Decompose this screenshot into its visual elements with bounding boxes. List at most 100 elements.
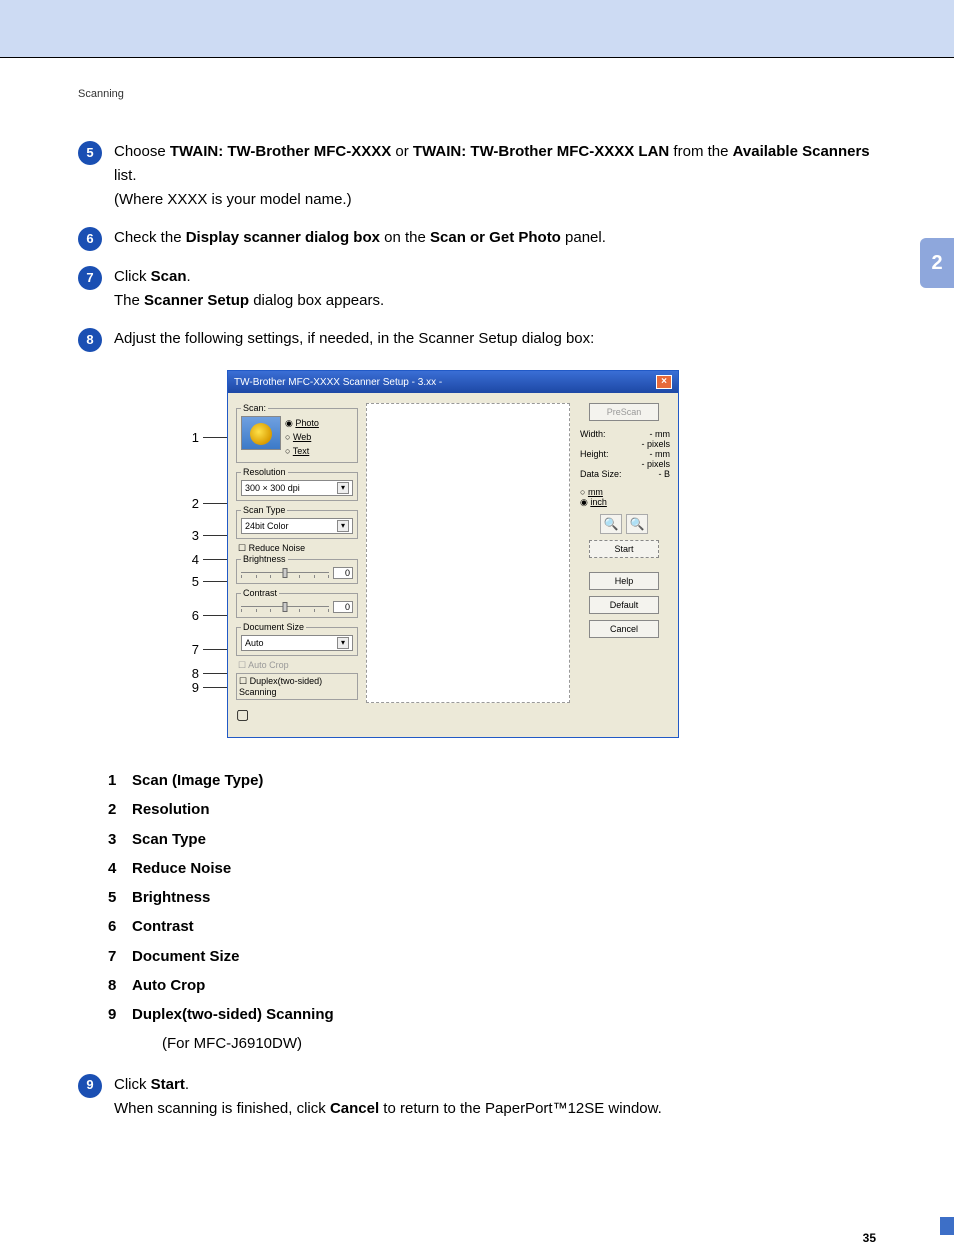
page-number: 35 [863,1231,876,1245]
legend-3: Scan Type [132,825,206,854]
help-button[interactable]: Help [589,572,659,590]
text: Choose [114,143,170,160]
contrast-value[interactable]: 0 [333,601,353,613]
brightness-slider[interactable] [241,568,329,578]
scantype-select[interactable]: 24bit Color▾ [241,518,353,534]
scan-legend: Scan: [241,403,268,413]
callout-8: 8 [192,666,199,681]
default-button[interactable]: Default [589,596,659,614]
step-bullet-5: 5 [78,141,102,165]
brightness-legend: Brightness [241,554,288,564]
zoom-in-icon[interactable]: 🔍 [600,514,622,534]
callout-6: 6 [192,608,199,623]
text: TWAIN: TW-Brother MFC-XXXX LAN [413,143,669,160]
text: Height: [580,449,609,459]
text: Auto [245,636,264,650]
text: to return to the PaperPort™12SE window. [379,1100,662,1117]
resolution-select[interactable]: 300 × 300 dpi▾ [241,480,353,496]
step-bullet-9: 9 [78,1074,102,1098]
text: . [187,268,191,285]
step-9-body: Click Start. When scanning is finished, … [114,1073,876,1121]
text: mm [588,487,603,497]
text: list. [114,167,137,184]
text: - pixels [641,459,670,469]
text: Scanner Setup [144,292,249,309]
step-7-body: Click Scan. The Scanner Setup dialog box… [114,265,876,313]
text: Scan [151,268,187,285]
legend-list: 1Scan (Image Type) 2Resolution 3Scan Typ… [108,766,876,1059]
text: 300 × 300 dpi [245,481,300,495]
duplex-checkbox[interactable]: ☐ Duplex(two-sided) Scanning [236,673,358,700]
step-bullet-6: 6 [78,227,102,251]
brightness-group: Brightness 0 [236,554,358,584]
text: Click [114,268,151,285]
text: Text [293,446,310,456]
text: . [185,1076,189,1093]
legend-2: Resolution [132,795,210,824]
text: from the [669,143,732,160]
chevron-down-icon: ▾ [337,520,349,532]
documentsize-select[interactable]: Auto ▾ [241,635,353,651]
text: Check the [114,229,186,246]
text: Reduce Noise [249,543,306,553]
contrast-group: Contrast 0 [236,588,358,618]
resolution-group: Resolution 300 × 300 dpi▾ [236,467,358,501]
step-6: 6 Check the Display scanner dialog box o… [78,226,876,251]
text: or [391,143,413,160]
callout-4: 4 [192,552,199,567]
start-button[interactable]: Start [589,540,659,558]
text: dialog box appears. [249,292,384,309]
autocrop-checkbox[interactable]: ☐ Auto Crop [236,660,358,671]
radio-photo[interactable]: ◉ Photo [285,416,319,430]
step-5: 5 Choose TWAIN: TW-Brother MFC-XXXX or T… [78,140,876,212]
step-7: 7 Click Scan. The Scanner Setup dialog b… [78,265,876,313]
radio-mm[interactable]: ○ mm [580,487,670,497]
step-bullet-8: 8 [78,328,102,352]
legend-1: Scan (Image Type) [132,766,263,795]
contrast-slider[interactable] [241,602,329,612]
step-9: 9 Click Start. When scanning is finished… [78,1073,876,1121]
step-6-body: Check the Display scanner dialog box on … [114,226,876,250]
text: - mm [650,429,671,439]
top-band [0,0,954,58]
callout-3: 3 [192,528,199,543]
text: Click [114,1076,151,1093]
scantype-legend: Scan Type [241,505,287,515]
text: Auto Crop [248,660,289,670]
step-8: 8 Adjust the following settings, if need… [78,327,876,352]
text: panel. [561,229,606,246]
legend-6: Contrast [132,912,194,941]
cancel-button[interactable]: Cancel [589,620,659,638]
step-5-body: Choose TWAIN: TW-Brother MFC-XXXX or TWA… [114,140,876,212]
legend-8: Auto Crop [132,971,205,1000]
legend-4: Reduce Noise [132,854,231,883]
text: (Where XXXX is your model name.) [114,191,352,208]
document-icon: ▢ [236,706,358,723]
prescan-button[interactable]: PreScan [589,403,659,421]
reduce-noise-checkbox[interactable]: ☐ Reduce Noise [236,543,358,554]
text: - mm [650,449,671,459]
text: on the [380,229,430,246]
text: Duplex(two-sided) Scanning [239,676,322,697]
scan-group: Scan: ◉ Photo ○ Web ○ Text [236,403,358,463]
callout-2: 2 [192,496,199,511]
radio-web[interactable]: ○ Web [285,430,319,444]
close-icon[interactable]: × [656,375,672,389]
page-number-bar [940,1217,954,1235]
documentsize-group: Document Size Auto▾ [236,622,358,656]
callout-5: 5 [192,574,199,589]
scanner-setup-dialog: TW-Brother MFC-XXXX Scanner Setup - 3.xx… [227,370,679,738]
text: Data Size: [580,469,622,479]
radio-text[interactable]: ○ Text [285,444,319,458]
zoom-out-icon[interactable]: 🔍 [626,514,648,534]
radio-inch[interactable]: ◉ inch [580,497,670,508]
text: Display scanner dialog box [186,229,380,246]
scan-thumbnail [241,416,281,450]
chevron-down-icon: ▾ [337,637,349,649]
page-content: Scanning 2 5 Choose TWAIN: TW-Brother MF… [0,88,954,1235]
text: When scanning is finished, click [114,1100,330,1117]
text: Photo [295,418,319,428]
text: Cancel [330,1100,379,1117]
legend-9: Duplex(two-sided) Scanning [132,1000,334,1029]
brightness-value[interactable]: 0 [333,567,353,579]
